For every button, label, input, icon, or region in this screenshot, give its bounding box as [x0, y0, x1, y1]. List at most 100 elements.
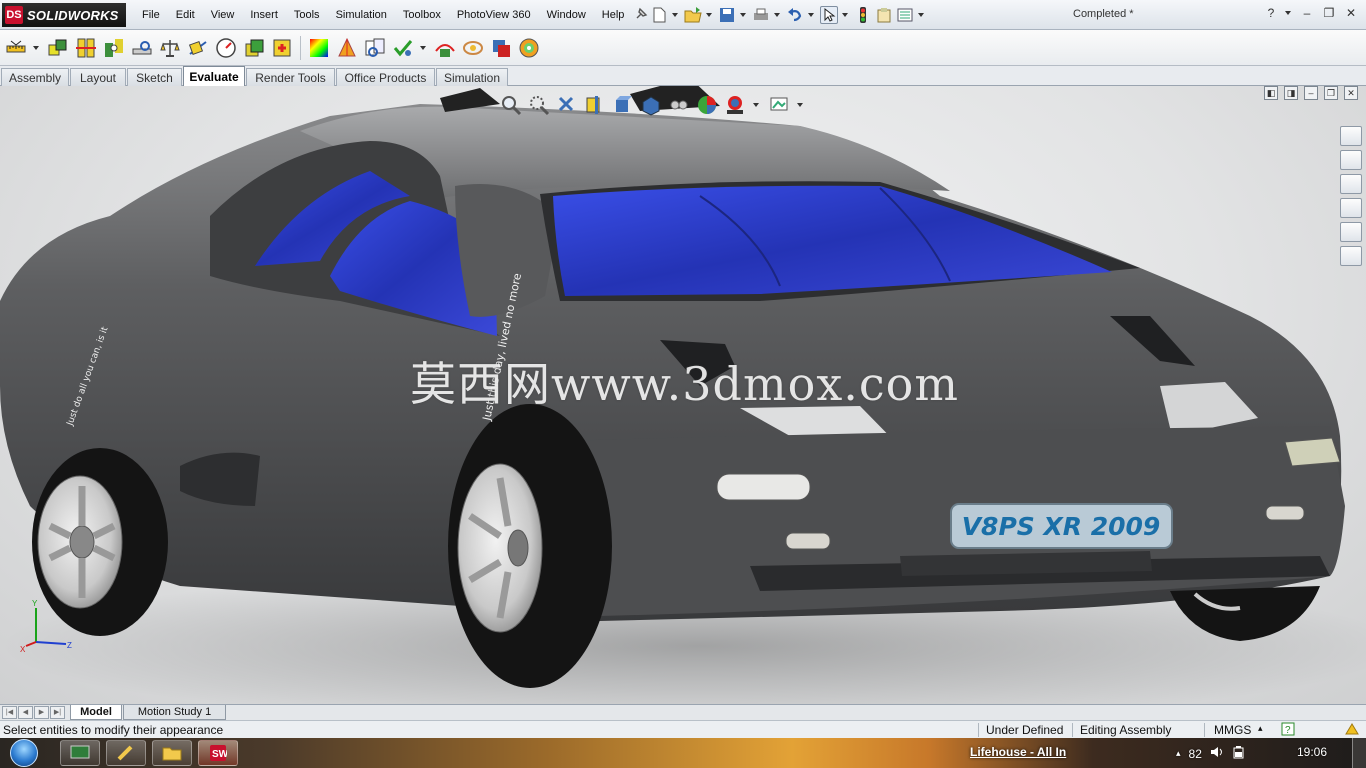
print-icon[interactable] — [752, 6, 770, 24]
menu-photoview[interactable]: PhotoView 360 — [449, 9, 539, 21]
appearances-scenes-icon[interactable] — [1340, 222, 1362, 242]
chevron-down-icon[interactable] — [672, 13, 678, 17]
costing-icon[interactable] — [461, 36, 485, 60]
menu-insert[interactable]: Insert — [242, 9, 286, 21]
hole-alignment-icon[interactable] — [102, 36, 126, 60]
zoom-to-area-icon[interactable] — [528, 94, 550, 116]
close-button[interactable]: ✕ — [1342, 5, 1360, 21]
speaker-icon[interactable] — [1210, 745, 1224, 762]
sustainability-icon[interactable] — [517, 36, 541, 60]
file-explorer-icon[interactable] — [1340, 174, 1362, 194]
media-player-title[interactable]: Lifehouse - All In — [970, 745, 1066, 759]
restore-button[interactable]: ❐ — [1320, 5, 1338, 21]
design-library-icon[interactable] — [1340, 150, 1362, 170]
interference-detection-icon[interactable] — [46, 36, 70, 60]
view-orientation-icon[interactable] — [612, 94, 634, 116]
show-desktop-button[interactable] — [1352, 738, 1366, 768]
prev-tab-icon[interactable]: ◀ — [18, 706, 33, 719]
hide-show-items-icon[interactable] — [668, 94, 690, 116]
tab-assembly[interactable]: Assembly — [1, 68, 69, 86]
save-icon[interactable] — [718, 6, 736, 24]
chevron-down-icon[interactable] — [774, 13, 780, 17]
expand-left-icon[interactable]: ◧ — [1264, 86, 1278, 100]
tab-layout[interactable]: Layout — [70, 68, 126, 86]
viewport-restore-button[interactable]: ❐ — [1324, 86, 1338, 100]
chevron-down-icon[interactable] — [420, 46, 426, 50]
tray-expand-arrow-icon[interactable]: ▴ — [1176, 748, 1181, 759]
viewport-close-button[interactable]: ✕ — [1344, 86, 1358, 100]
chevron-down-icon[interactable] — [753, 103, 759, 107]
graphics-area[interactable]: V8PS XR 2009 Just do all you can, is it … — [0, 86, 1366, 704]
clock[interactable]: 19:06 — [1297, 745, 1327, 759]
tab-simulation[interactable]: Simulation — [436, 68, 508, 86]
help-icon[interactable]: ? — [1262, 5, 1280, 21]
chevron-down-icon[interactable] — [808, 13, 814, 17]
battery-icon[interactable] — [1232, 745, 1246, 762]
rebuild-traffic-light-icon[interactable] — [854, 6, 872, 24]
taskbar-app-display[interactable] — [60, 740, 100, 766]
options-icon[interactable] — [896, 6, 914, 24]
edit-appearance-icon[interactable] — [696, 94, 718, 116]
chevron-down-icon[interactable] — [740, 13, 746, 17]
menu-view[interactable]: View — [203, 9, 243, 21]
tab-office-products[interactable]: Office Products — [336, 68, 435, 86]
view-palette-icon[interactable] — [1340, 198, 1362, 218]
measure-icon[interactable] — [4, 36, 28, 60]
taskbar-app-tools[interactable] — [106, 740, 146, 766]
assembly-visualization-icon[interactable] — [242, 36, 266, 60]
menu-edit[interactable]: Edit — [168, 9, 203, 21]
undo-icon[interactable] — [786, 6, 804, 24]
chevron-down-icon[interactable] — [1285, 11, 1291, 15]
quick-tips-icon[interactable]: ? — [1281, 722, 1295, 739]
apply-scene-icon[interactable] — [724, 94, 746, 116]
next-tab-icon[interactable]: ▶ — [34, 706, 49, 719]
design-study-icon[interactable] — [489, 36, 513, 60]
measure-distance-icon[interactable] — [130, 36, 154, 60]
previous-view-icon[interactable] — [556, 94, 578, 116]
minimize-button[interactable]: – — [1298, 5, 1316, 21]
sensor-gauge-icon[interactable] — [214, 36, 238, 60]
open-folder-icon[interactable] — [684, 6, 702, 24]
rebuild-status-icon[interactable] — [1344, 722, 1360, 739]
display-style-icon[interactable] — [640, 94, 662, 116]
select-pointer-icon[interactable] — [820, 6, 838, 24]
menu-toolbox[interactable]: Toolbox — [395, 9, 449, 21]
tab-model[interactable]: Model — [70, 705, 122, 720]
expand-right-icon[interactable]: ◨ — [1284, 86, 1298, 100]
tab-render-tools[interactable]: Render Tools — [246, 68, 335, 86]
last-tab-icon[interactable]: ▶| — [50, 706, 65, 719]
solidworks-logo[interactable]: DS SOLIDWORKS — [2, 3, 126, 27]
section-view-icon[interactable] — [584, 94, 606, 116]
chevron-down-icon[interactable] — [797, 103, 803, 107]
file-properties-icon[interactable] — [875, 6, 893, 24]
assembly-xpert-icon[interactable] — [270, 36, 294, 60]
custom-properties-icon[interactable] — [1340, 246, 1362, 266]
units-arrow-icon[interactable]: ▴ — [1258, 723, 1263, 734]
menu-tools[interactable]: Tools — [286, 9, 328, 21]
compare-documents-icon[interactable] — [363, 36, 387, 60]
zoom-to-fit-icon[interactable] — [500, 94, 522, 116]
view-settings-icon[interactable] — [768, 94, 790, 116]
tab-evaluate[interactable]: Evaluate — [183, 66, 245, 87]
draft-analysis-icon[interactable] — [335, 36, 359, 60]
tab-sketch[interactable]: Sketch — [127, 68, 182, 86]
pin-menu-icon[interactable] — [632, 7, 650, 24]
solidworks-resources-icon[interactable] — [1340, 126, 1362, 146]
clearance-verification-icon[interactable] — [74, 36, 98, 60]
menu-help[interactable]: Help — [594, 9, 633, 21]
first-tab-icon[interactable]: |◀ — [2, 706, 17, 719]
menu-file[interactable]: File — [134, 9, 168, 21]
viewport-minimize-button[interactable]: – — [1304, 86, 1318, 100]
curvature-icon[interactable] — [307, 36, 331, 60]
check-icon[interactable] — [391, 36, 415, 60]
section-properties-icon[interactable] — [186, 36, 210, 60]
units-selector[interactable]: MMGS — [1214, 723, 1251, 737]
menu-simulation[interactable]: Simulation — [328, 9, 395, 21]
simulation-setup-icon[interactable] — [433, 36, 457, 60]
mass-properties-icon[interactable] — [158, 36, 182, 60]
taskbar-app-solidworks[interactable]: SW — [198, 740, 238, 766]
chevron-down-icon[interactable] — [842, 13, 848, 17]
chevron-down-icon[interactable] — [706, 13, 712, 17]
chevron-down-icon[interactable] — [33, 46, 39, 50]
menu-window[interactable]: Window — [539, 9, 594, 21]
